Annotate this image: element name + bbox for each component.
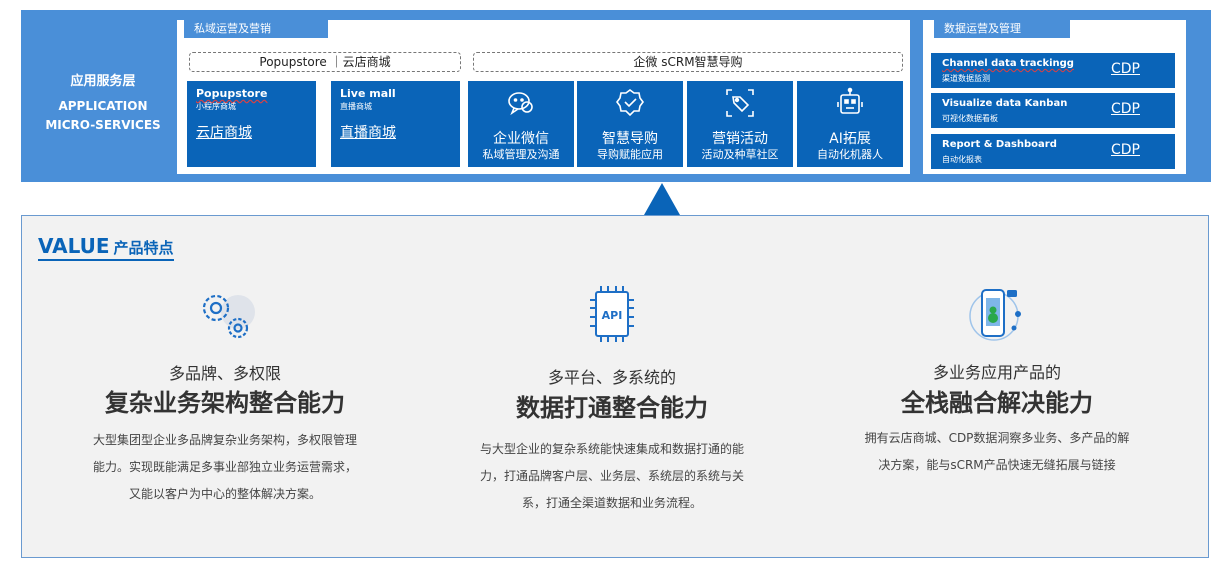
mall-card-subtitle: 直播商城 (340, 102, 372, 111)
value-section: VALUE 产品特点 多品牌、多权限 复杂业务架构整合能力 大型集团型企业多品牌复… (21, 215, 1209, 558)
cdp-row-channel-tracking[interactable]: Channel data trackingg 渠道数据监测 CDP (931, 53, 1175, 88)
smart-guide-badge-icon (616, 89, 644, 117)
feature-title: 企业微信 (493, 131, 549, 147)
feature-card-wecom[interactable]: 企业微信 私域管理及沟通 (468, 81, 574, 167)
feature-card-smart-guide[interactable]: 智慧导购 导购赋能应用 (577, 81, 683, 167)
feature-subtitle: 活动及种草社区 (701, 148, 779, 161)
mall-card-subtitle: 小程序商城 (196, 102, 236, 111)
up-arrow-pointer (644, 183, 680, 215)
live-mall-link[interactable]: 直播商城 (340, 122, 396, 142)
feature-title: 智慧导购 (602, 131, 658, 147)
value-description: 拥有云店商城、CDP数据洞察多业务、多产品的解决方案，能与sCRM产品快速无缝拓… (864, 431, 1130, 472)
cdp-link[interactable]: CDP (1111, 101, 1140, 117)
feature-card-marketing[interactable]: 营销活动 活动及种草社区 (687, 81, 793, 167)
value-description: 与大型企业的复杂系统能快速集成和数据打通的能力，打通品牌客户层、业务层、系统层的… (479, 442, 744, 510)
private-ops-panel: 私域运营及营销 Popupstore ｜云店商城 企微 sCRM智慧导购 Pop… (177, 20, 910, 174)
cdp-link[interactable]: CDP (1111, 61, 1140, 77)
cdp-row-subtitle: 渠道数据监测 (942, 74, 990, 83)
phone-apps-icon (969, 289, 1021, 341)
marketing-tag-icon (726, 89, 754, 117)
api-chip-icon: API (590, 286, 634, 342)
cdp-row-subtitle: 可视化数据看板 (942, 114, 998, 123)
value-small-heading: 多业务应用产品的 (932, 363, 1061, 382)
scrm-dashed-label: 企微 sCRM智慧导购 (473, 52, 903, 72)
value-big-heading: 复杂业务架构整合能力 (105, 389, 345, 417)
cdp-row-title: Visualize data Kanban (942, 98, 1068, 109)
application-layer-label: 应用服务层 APPLICATION MICRO-SERVICES (28, 70, 178, 135)
app-layer-en-1: APPLICATION (58, 99, 148, 113)
value-column-architecture: 多品牌、多权限 复杂业务架构整合能力 大型集团型企业多品牌复杂业务架构，多权限管… (60, 216, 390, 556)
feature-subtitle: 导购赋能应用 (597, 148, 663, 161)
feature-subtitle: 自动化机器人 (817, 148, 883, 161)
cdp-row-subtitle: 自动化报表 (942, 155, 982, 164)
feature-title: AI拓展 (829, 131, 871, 147)
mall-card-title: Live mall (340, 87, 396, 100)
cdp-row-title: Report & Dashboard (942, 139, 1057, 150)
wechat-chat-icon (508, 92, 533, 116)
svg-text:API: API (602, 309, 623, 322)
app-layer-cn: 应用服务层 (70, 74, 136, 89)
cloud-store-link[interactable]: 云店商城 (196, 122, 252, 142)
value-description: 大型集团型企业多品牌复杂业务架构，多权限管理能力。实现既能满足多事业部独立业务运… (92, 433, 357, 501)
popupstore-dashed-label: Popupstore ｜云店商城 (189, 52, 461, 72)
private-ops-tag: 私域运营及营销 (184, 20, 328, 38)
popupstore-card[interactable]: Popupstore 小程序商城 云店商城 (187, 81, 316, 167)
cdp-row-kanban[interactable]: Visualize data Kanban 可视化数据看板 CDP (931, 93, 1175, 128)
cdp-row-report[interactable]: Report & Dashboard 自动化报表 CDP (931, 134, 1175, 169)
data-ops-panel: 数据运营及管理 Channel data trackingg 渠道数据监测 CD… (923, 20, 1186, 174)
data-ops-tag: 数据运营及管理 (934, 20, 1070, 38)
value-column-fullstack: 多业务应用产品的 全栈融合解决能力 拥有云店商城、CDP数据洞察多业务、多产品的… (832, 216, 1162, 556)
value-small-heading: 多平台、多系统的 (547, 368, 676, 387)
value-column-data: API 多平台、多系统的 数据打通整合能力 与大型企业的复杂系统能快速集成和数据… (447, 216, 777, 556)
robot-icon (837, 87, 863, 114)
feature-card-ai[interactable]: AI拓展 自动化机器人 (797, 81, 903, 167)
app-layer-en-2: MICRO-SERVICES (45, 118, 161, 132)
mall-card-title: Popupstore (196, 87, 268, 100)
cdp-row-title: Channel data trackingg (942, 58, 1074, 69)
value-big-heading: 数据打通整合能力 (516, 394, 708, 422)
feature-subtitle: 私域管理及沟通 (482, 148, 560, 161)
gears-icon (202, 294, 255, 339)
value-big-heading: 全栈融合解决能力 (901, 389, 1093, 417)
value-small-heading: 多品牌、多权限 (168, 364, 281, 383)
cdp-link[interactable]: CDP (1111, 142, 1140, 158)
feature-title: 营销活动 (712, 131, 768, 147)
live-mall-card[interactable]: Live mall 直播商城 直播商城 (331, 81, 460, 167)
